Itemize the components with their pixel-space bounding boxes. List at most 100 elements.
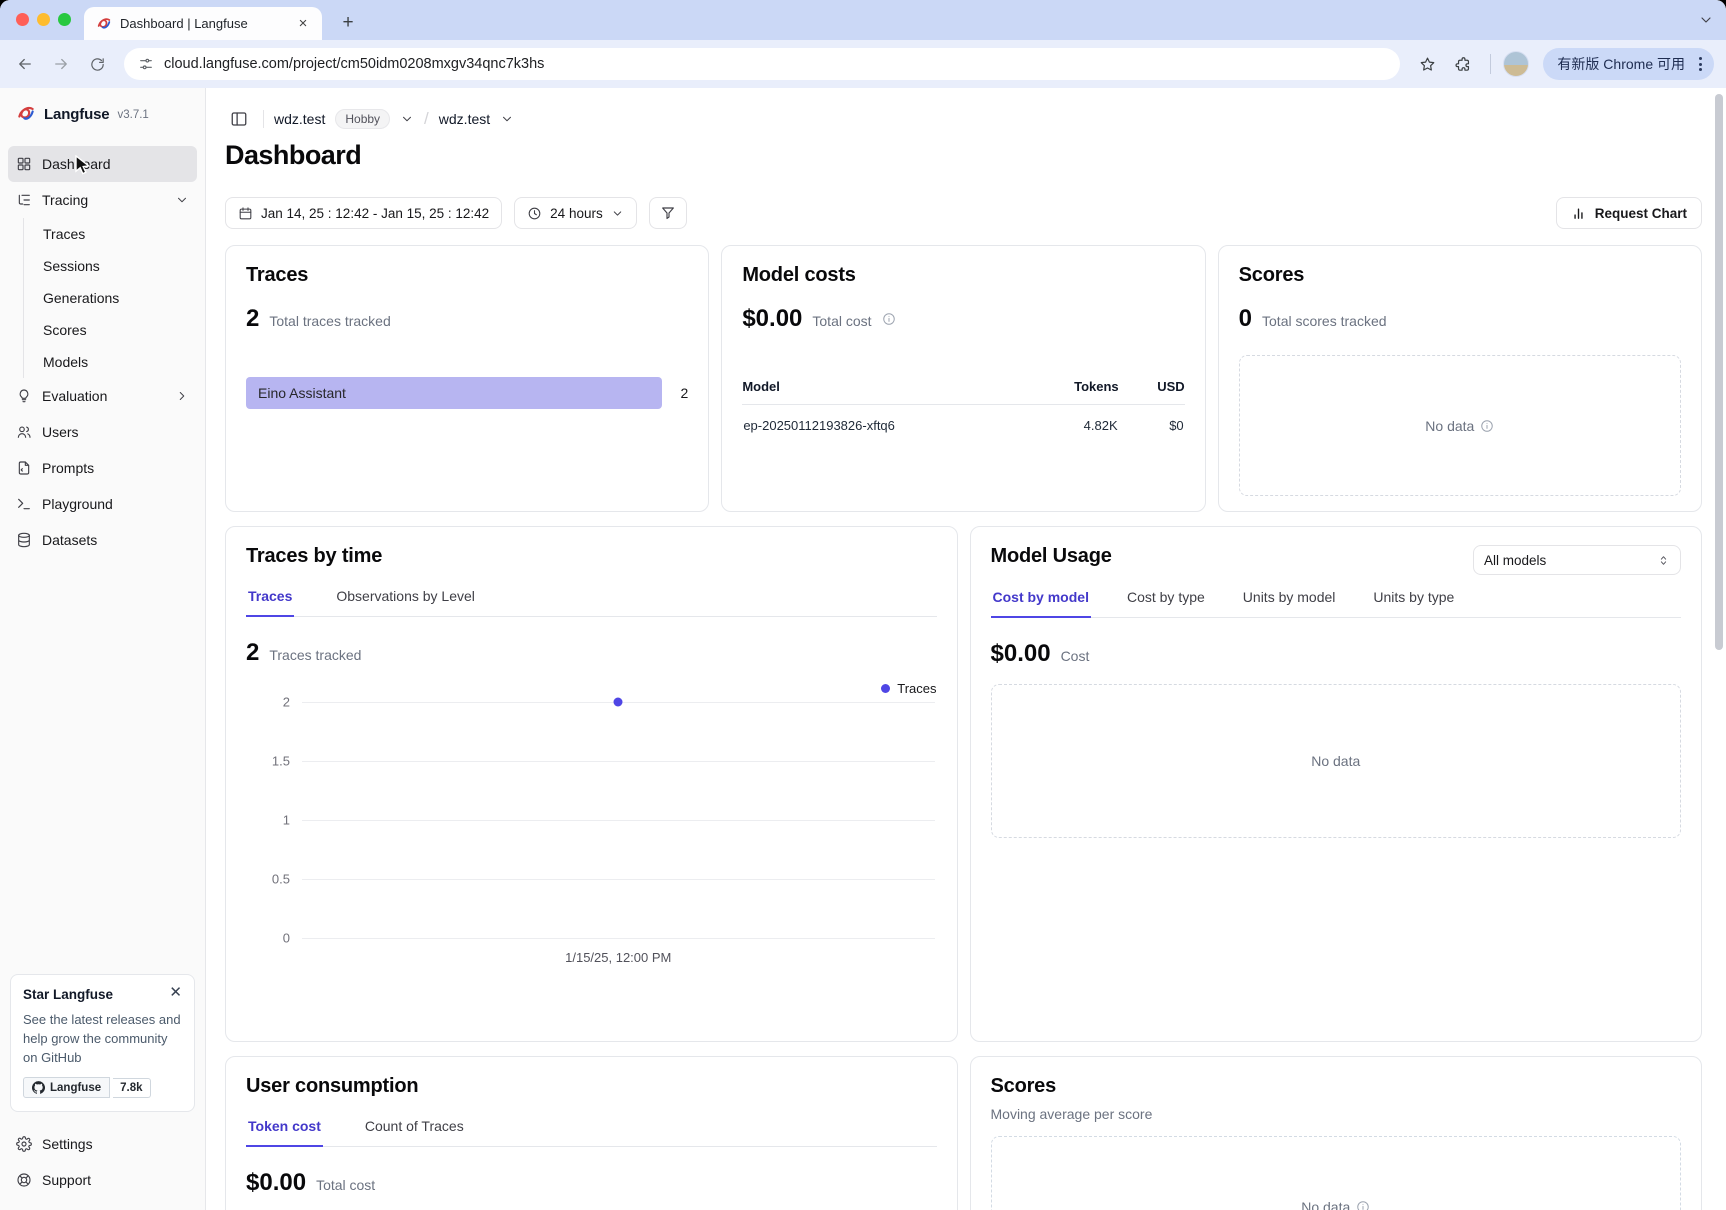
reload-icon[interactable] <box>82 49 112 79</box>
tab-search-chevron-icon[interactable] <box>1698 12 1714 28</box>
card-title: Model Usage <box>991 545 1112 568</box>
traces-by-time-card: Traces by time Traces Observations by Le… <box>225 526 958 1042</box>
card-title: Traces by time <box>246 545 937 568</box>
sidebar-item-scores[interactable]: Scores <box>24 314 197 346</box>
tab-units-by-model[interactable]: Units by model <box>1241 589 1338 617</box>
url-bar[interactable]: cloud.langfuse.com/project/cm50idm0208mx… <box>124 48 1400 80</box>
chevron-down-icon[interactable] <box>500 112 514 126</box>
sidebar-item-users[interactable]: Users <box>8 414 197 450</box>
usd-cell: $0 <box>1119 405 1185 435</box>
sidebar-item-dashboard[interactable]: Dashboard <box>8 146 197 182</box>
date-range-picker[interactable]: Jan 14, 25 : 12:42 - Jan 15, 25 : 12:42 <box>225 197 502 229</box>
sidebar-item-label: Prompts <box>42 460 94 476</box>
sidebar-item-settings[interactable]: Settings <box>8 1126 197 1162</box>
browser-menu-icon[interactable] <box>1695 57 1706 71</box>
maximize-window-button[interactable] <box>58 13 71 26</box>
sidebar-item-models[interactable]: Models <box>24 346 197 378</box>
model-select-value: All models <box>1484 553 1546 568</box>
database-icon <box>16 532 32 548</box>
langfuse-favicon <box>96 16 112 32</box>
gear-icon <box>16 1136 32 1152</box>
column-header-tokens: Tokens <box>1035 379 1119 405</box>
traces-card: Traces 2 Total traces tracked Eino Assis… <box>225 245 709 512</box>
bookmark-star-icon[interactable] <box>1412 49 1442 79</box>
model-select[interactable]: All models <box>1473 545 1681 575</box>
tab-observations-by-level[interactable]: Observations by Level <box>334 588 477 616</box>
url-text: cloud.langfuse.com/project/cm50idm0208mx… <box>164 56 544 72</box>
info-icon[interactable] <box>882 312 896 326</box>
column-header-model: Model <box>742 379 1034 405</box>
back-icon[interactable] <box>10 49 40 79</box>
time-preset-label: 24 hours <box>550 206 603 221</box>
model-name-cell: ep-20250112193826-xftq6 <box>742 405 1034 435</box>
sidebar-item-label: Support <box>42 1172 91 1188</box>
project-name[interactable]: wdz.test <box>439 111 490 127</box>
plan-badge: Hobby <box>335 109 390 129</box>
github-star-button[interactable]: Langfuse <box>23 1077 110 1098</box>
model-costs-table: Model Tokens USD ep-20250112193826-xftq6… <box>742 379 1184 434</box>
site-settings-icon[interactable] <box>138 56 154 72</box>
y-tick: 1.5 <box>246 754 290 769</box>
mouse-cursor <box>74 155 93 176</box>
card-title: Model costs <box>742 264 1184 287</box>
org-name[interactable]: wdz.test <box>274 111 325 127</box>
card-title: Scores <box>991 1075 1682 1098</box>
brand-row: Langfuse v3.7.1 <box>8 100 197 128</box>
sidebar-item-traces[interactable]: Traces <box>24 218 197 250</box>
request-chart-button[interactable]: Request Chart <box>1556 197 1702 229</box>
tab-count-of-traces[interactable]: Count of Traces <box>363 1118 466 1146</box>
sidebar-item-datasets[interactable]: Datasets <box>8 522 197 558</box>
profile-avatar[interactable] <box>1503 51 1529 77</box>
sidebar-item-sessions[interactable]: Sessions <box>24 250 197 282</box>
close-icon[interactable]: ✕ <box>169 987 182 999</box>
vertical-scrollbar[interactable] <box>1715 94 1723 650</box>
sidebar-item-label: Datasets <box>42 532 97 548</box>
info-icon[interactable] <box>1480 419 1494 433</box>
browser-window: Dashboard | Langfuse × + cloud.langfuse.… <box>0 0 1726 1210</box>
sidebar-item-support[interactable]: Support <box>8 1162 197 1198</box>
filter-button[interactable] <box>649 197 687 229</box>
new-tab-button[interactable]: + <box>334 9 362 37</box>
tab-units-by-type[interactable]: Units by type <box>1371 589 1456 617</box>
tab-close-icon[interactable]: × <box>294 15 312 33</box>
tab-token-cost[interactable]: Token cost <box>246 1118 323 1146</box>
sidebar-item-generations[interactable]: Generations <box>24 282 197 314</box>
usage-cost-value: $0.00 <box>991 640 1051 668</box>
no-data-label: No data <box>1301 1199 1350 1210</box>
sidebar-item-prompts[interactable]: Prompts <box>8 450 197 486</box>
info-icon[interactable] <box>1356 1200 1370 1210</box>
sidebar-toggle-icon[interactable] <box>225 105 253 133</box>
lightbulb-icon <box>16 388 32 404</box>
browser-tab[interactable]: Dashboard | Langfuse × <box>84 7 322 40</box>
forward-icon[interactable] <box>46 49 76 79</box>
data-point[interactable] <box>614 698 623 707</box>
sidebar-item-label: Settings <box>42 1136 93 1152</box>
user-consumption-tabs: Token cost Count of Traces <box>246 1118 937 1147</box>
chevron-down-icon[interactable] <box>400 112 414 126</box>
close-window-button[interactable] <box>16 13 29 26</box>
sidebar-nav: Dashboard Tracing Traces Sessions Genera… <box>8 146 197 558</box>
legend-dot <box>881 684 890 693</box>
minimize-window-button[interactable] <box>37 13 50 26</box>
extensions-icon[interactable] <box>1448 49 1478 79</box>
page-title: Dashboard <box>225 140 1702 171</box>
sidebar-item-tracing[interactable]: Tracing <box>8 182 197 218</box>
tab-cost-by-type[interactable]: Cost by type <box>1125 589 1207 617</box>
chevron-down-icon <box>611 207 624 220</box>
sidebar-item-evaluation[interactable]: Evaluation <box>8 378 197 414</box>
tab-traces[interactable]: Traces <box>246 588 294 616</box>
sidebar-item-playground[interactable]: Playground <box>8 486 197 522</box>
card-subtitle: Moving average per score <box>991 1106 1682 1122</box>
card-title: Traces <box>246 264 688 287</box>
list-tree-icon <box>16 192 32 208</box>
time-preset-dropdown[interactable]: 24 hours <box>514 197 637 229</box>
table-row[interactable]: ep-20250112193826-xftq6 4.82K $0 <box>742 405 1184 435</box>
date-range-label: Jan 14, 25 : 12:42 - Jan 15, 25 : 12:42 <box>261 206 489 221</box>
user-consumption-card: User consumption Token cost Count of Tra… <box>225 1056 958 1210</box>
chrome-update-chip[interactable]: 有新版 Chrome 可用 <box>1543 48 1714 80</box>
calendar-icon <box>238 206 253 221</box>
star-card-title: Star Langfuse <box>23 987 169 1002</box>
trace-name-bar[interactable]: Eino Assistant <box>246 377 662 409</box>
tab-cost-by-model[interactable]: Cost by model <box>991 589 1091 617</box>
chevron-right-icon <box>175 389 189 403</box>
